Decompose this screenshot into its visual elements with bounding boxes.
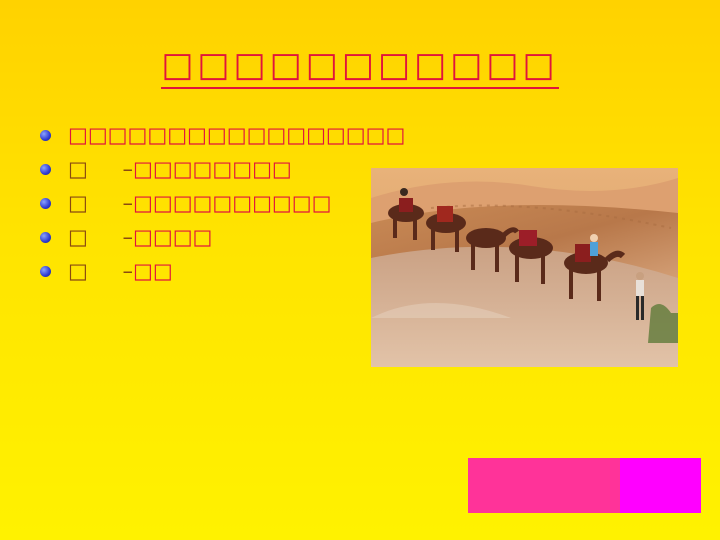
bullet-sep: – — [122, 225, 134, 249]
bullet-item: □ –□□□□□□□□□□ — [38, 190, 338, 216]
bullet-dot-icon — [40, 266, 51, 277]
bullet-dot-icon — [40, 130, 51, 141]
bullet-text: □□□□□□□□□□□□□□□□□ — [68, 123, 406, 147]
bullet-text: □□ — [133, 259, 173, 283]
slide-title-text: □□□□□□□□□□□ — [161, 45, 559, 89]
bullet-sep: – — [122, 259, 134, 283]
bullet-item: □ –□□□□□□□□ — [38, 156, 338, 182]
bullet-dot-icon — [40, 198, 51, 209]
bullet-lead: □ — [68, 191, 88, 215]
bullet-dot-icon — [40, 164, 51, 175]
slide-title: □□□□□□□□□□□ — [0, 45, 720, 89]
bullet-item: □ –□□□□ — [38, 224, 338, 250]
bullet-text: □□□□□□□□ — [133, 157, 292, 181]
bullet-sep: – — [122, 157, 134, 181]
bullet-list: □□□□□□□□□□□□□□□□□ □ –□□□□□□□□ □ –□□□□□□□… — [38, 122, 405, 292]
nav-button-primary[interactable] — [468, 458, 620, 513]
camel-caravan-photo — [371, 168, 678, 367]
bullet-text: □□□□ — [133, 225, 213, 249]
bullet-sep: – — [122, 191, 134, 215]
bullet-item: □ –□□ — [38, 258, 338, 284]
bullet-lead: □ — [68, 259, 88, 283]
bullet-dot-icon — [40, 232, 51, 243]
bullet-item: □□□□□□□□□□□□□□□□□ — [38, 122, 405, 148]
bullet-lead: □ — [68, 157, 88, 181]
bullet-lead: □ — [68, 225, 88, 249]
nav-button-secondary[interactable] — [620, 458, 701, 513]
bullet-text: □□□□□□□□□□ — [133, 191, 332, 215]
